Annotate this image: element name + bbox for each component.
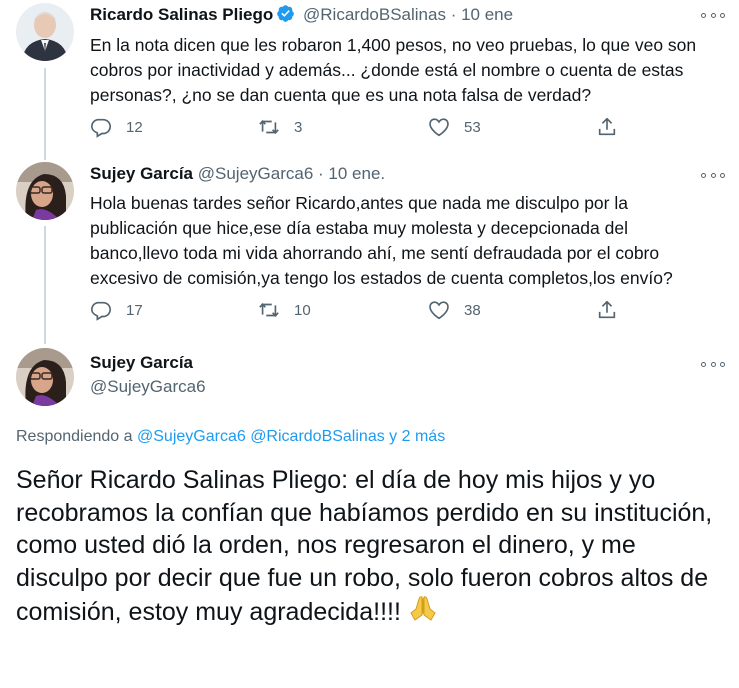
share-icon [598,117,616,136]
author-name[interactable]: Ricardo Salinas Pliego [90,5,273,24]
tweet-actions: 17 10 38 [90,297,630,323]
retweet-icon [259,303,279,317]
author-handle[interactable]: @SujeyGarca6 [198,164,314,183]
reply-icon [91,118,111,138]
thread-line [44,226,46,344]
reply-count: 17 [126,301,143,319]
tweet-actions: 12 3 53 [90,114,630,140]
like-button[interactable]: 53 [428,114,481,140]
avatar[interactable] [16,3,74,61]
author-name[interactable]: Sujey García [90,353,206,373]
like-count: 53 [464,118,481,136]
avatar[interactable] [16,162,74,220]
main-tweet-text: Señor Ricardo Salinas Pliego: el día de … [16,464,728,629]
share-button[interactable] [596,297,632,323]
tweet-text: En la nota dicen que les robaron 1,400 p… [90,35,697,105]
author-block: Sujey García @SujeyGarca6 [90,353,206,397]
separator: · [450,5,457,24]
main-tweet-body: Señor Ricardo Salinas Pliego: el día de … [16,466,713,626]
replying-to-label: Respondiendo a [16,428,133,445]
tweet-text: Hola buenas tardes señor Ricardo,antes q… [90,193,673,288]
tweet-date[interactable]: 10 ene [461,5,513,24]
retweet-button[interactable]: 10 [258,297,311,323]
author-name[interactable]: Sujey García [90,164,193,183]
thread-line [44,68,46,160]
like-button[interactable]: 38 [428,297,481,323]
reply-button[interactable]: 12 [90,114,143,140]
author-handle[interactable]: @SujeyGarca6 [90,377,206,397]
share-button[interactable] [596,114,632,140]
reply-count: 12 [126,118,143,136]
author-handle[interactable]: @RicardoBSalinas [303,5,446,24]
tweet-header: Sujey García @SujeyGarca6 · 10 ene. [90,164,385,184]
replying-to: Respondiendo a @SujeyGarca6 @RicardoBSal… [16,428,445,446]
reply-button[interactable]: 17 [90,297,143,323]
more-options-icon[interactable] [701,357,725,371]
share-icon [598,300,616,319]
verified-badge-icon [277,5,295,22]
replying-to-more-link[interactable]: y 2 más [389,428,445,445]
tweet-header: Ricardo Salinas Pliego @RicardoBSalinas … [90,4,513,25]
retweet-button[interactable]: 3 [258,114,302,140]
retweet-icon [259,120,279,134]
heart-icon [429,118,449,137]
retweet-count: 10 [294,301,311,319]
heart-icon [429,301,449,320]
replying-to-user-link[interactable]: @RicardoBSalinas [250,428,385,445]
tweet-date[interactable]: 10 ene. [328,164,385,183]
like-count: 38 [464,301,481,319]
retweet-count: 3 [294,118,303,136]
folded-hands-icon [410,596,436,621]
separator: · [318,164,324,183]
reply-icon [91,301,111,321]
more-options-icon[interactable] [701,168,725,182]
avatar[interactable] [16,348,74,406]
replying-to-user-link[interactable]: @SujeyGarca6 [137,428,246,445]
more-options-icon[interactable] [701,8,725,22]
